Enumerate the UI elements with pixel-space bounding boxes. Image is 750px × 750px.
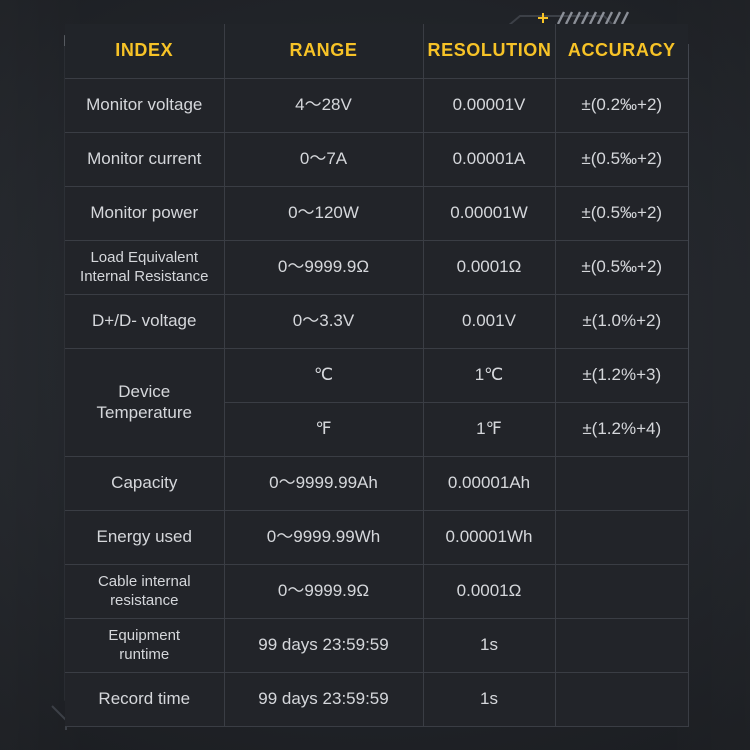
table-row: Equipment runtime 99 days 23:59:59 1s	[65, 618, 689, 673]
cell-index-line1: Load Equivalent	[90, 249, 199, 267]
corner-accent-bottom-left	[51, 705, 67, 730]
cell-resolution: 0.00001W	[422, 186, 556, 241]
cell-accuracy: ±(1.0%+2)	[554, 294, 688, 349]
cell-index: Equipment runtime	[65, 618, 225, 673]
cell-range: 0～9999.99Ah	[223, 456, 424, 511]
cell-index: Record time	[65, 672, 225, 727]
column-header-accuracy: ACCURACY	[554, 24, 688, 79]
cell-index-device-temperature: Device Temperature	[65, 348, 225, 457]
cell-index-line1: Device	[118, 381, 171, 401]
cell-resolution: 1s	[422, 672, 556, 727]
column-header-index: INDEX	[65, 24, 225, 79]
cell-accuracy: ±(0.5‰+2)	[554, 132, 688, 187]
cell-range: 4～28V	[223, 78, 424, 133]
table-header-row: INDEX RANGE RESOLUTION ACCURACY	[65, 24, 688, 79]
cell-resolution: 0.0001Ω	[422, 564, 556, 619]
cell-index: Monitor power	[65, 186, 225, 241]
cell-index: D+/D- voltage	[65, 294, 225, 349]
cell-range: 0～120W	[223, 186, 424, 241]
table-row: Record time 99 days 23:59:59 1s	[65, 672, 689, 727]
cell-index-line2: Internal Resistance	[80, 267, 209, 285]
table-row: Monitor voltage 4～28V 0.00001V ±(0.2‰+2)	[65, 78, 688, 133]
cell-index: Monitor voltage	[65, 78, 225, 133]
cell-index: Cable internal resistance	[65, 564, 225, 619]
cell-accuracy	[554, 564, 689, 619]
cell-resolution: 0.00001V	[422, 78, 556, 133]
hatch-marks-icon	[556, 11, 630, 25]
table-row: Device Temperature ℃ 1℃ ±(1.2%+3)	[65, 348, 688, 457]
cell-range: ℉	[223, 402, 424, 457]
cell-resolution: 0.00001Ah	[422, 456, 556, 511]
table-row: Capacity 0～9999.99Ah 0.00001Ah	[65, 456, 689, 511]
cell-accuracy: ±(1.2%+3)	[554, 348, 688, 403]
spec-sheet-page: INDEX RANGE RESOLUTION ACCURACY Monitor …	[0, 0, 750, 750]
column-header-range: RANGE	[223, 24, 424, 79]
cell-accuracy	[554, 510, 689, 565]
cell-range: 0～9999.99Wh	[223, 510, 424, 565]
cell-index: Monitor current	[65, 132, 225, 187]
cell-resolution: 0.00001A	[422, 132, 556, 187]
cell-resolution: 1℃	[422, 348, 556, 403]
cell-range: 99 days 23:59:59	[223, 672, 424, 727]
cell-accuracy: ±(0.2‰+2)	[554, 78, 688, 133]
table-row: Energy used 0～9999.99Wh 0.00001Wh	[65, 510, 689, 565]
table-body: Monitor voltage 4～28V 0.00001V ±(0.2‰+2)…	[65, 78, 689, 727]
cell-range: 0～3.3V	[223, 294, 424, 349]
specification-table-container: INDEX RANGE RESOLUTION ACCURACY Monitor …	[65, 24, 689, 727]
cell-range: 0～7A	[223, 132, 424, 187]
specification-table: INDEX RANGE RESOLUTION ACCURACY Monitor …	[65, 24, 689, 727]
cell-range: 0～9999.9Ω	[223, 240, 424, 295]
cell-resolution: 0.0001Ω	[422, 240, 556, 295]
cell-accuracy	[554, 456, 689, 511]
cell-range: ℃	[223, 348, 424, 403]
cell-range: 99 days 23:59:59	[223, 618, 424, 673]
cell-accuracy	[554, 672, 689, 727]
cell-index: Load Equivalent Internal Resistance	[65, 240, 225, 295]
cell-index-line1: Cable internal	[97, 573, 191, 591]
cell-accuracy: ±(0.5‰+2)	[554, 240, 688, 295]
cell-index-line2: runtime	[119, 645, 170, 663]
cell-index-line2: Temperature	[96, 402, 192, 422]
cell-resolution: 0.00001Wh	[422, 510, 556, 565]
cell-resolution: 0.001V	[422, 294, 556, 349]
cell-resolution: 1s	[422, 618, 556, 673]
plus-marker-icon	[538, 13, 548, 23]
cell-index-line1: Equipment	[108, 627, 181, 645]
cell-range: 0～9999.9Ω	[223, 564, 424, 619]
table-row: Load Equivalent Internal Resistance 0～99…	[65, 240, 688, 295]
cell-index: Energy used	[65, 510, 225, 565]
column-header-resolution: RESOLUTION	[422, 24, 556, 79]
cell-index: Capacity	[65, 456, 225, 511]
table-header: INDEX RANGE RESOLUTION ACCURACY	[65, 24, 688, 79]
table-row: Cable internal resistance 0～9999.9Ω 0.00…	[65, 564, 689, 619]
table-row: D+/D- voltage 0～3.3V 0.001V ±(1.0%+2)	[65, 294, 688, 349]
table-row: Monitor current 0～7A 0.00001A ±(0.5‰+2)	[65, 132, 688, 187]
cell-accuracy	[554, 618, 689, 673]
cell-accuracy: ±(1.2%+4)	[554, 402, 688, 457]
table-row: Monitor power 0～120W 0.00001W ±(0.5‰+2)	[65, 186, 688, 241]
cell-accuracy: ±(0.5‰+2)	[554, 186, 688, 241]
cell-index-line2: resistance	[110, 591, 179, 609]
cell-resolution: 1℉	[422, 402, 556, 457]
